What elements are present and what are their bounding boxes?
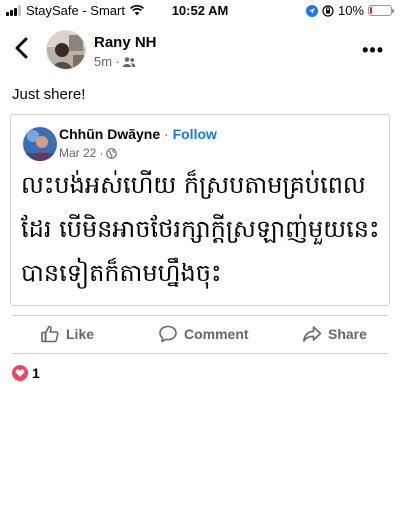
friends-icon <box>123 56 136 67</box>
shared-avatar-photo <box>23 127 57 161</box>
battery-icon <box>368 5 394 16</box>
shared-separator: · <box>164 126 169 142</box>
post-actions: Like Comment Share <box>0 320 400 348</box>
shared-author-avatar[interactable] <box>23 127 57 161</box>
post-time[interactable]: 5m <box>94 54 112 69</box>
shared-author-line: Chhũn Dwãyne · Follow <box>59 126 217 142</box>
post-author[interactable]: Rany NH <box>94 34 157 51</box>
post-header: Rany NH 5m · ••• <box>0 30 400 74</box>
actions-bottom-divider <box>12 353 388 354</box>
shared-text-line: បានទៀតក៏តាមហ្នឹងចុះ <box>21 259 222 287</box>
more-options-button[interactable]: ••• <box>362 40 384 61</box>
location-icon <box>305 4 318 17</box>
share-icon <box>303 326 322 342</box>
share-label: Share <box>328 326 367 342</box>
shared-post-text: លះបង់អស់ហើយ ក៏ស្របតាមគ្រប់ពេល ដែរ បើមិនអ… <box>21 163 387 295</box>
meta-separator: · <box>115 54 120 69</box>
shared-meta-separator: · <box>99 146 104 160</box>
follow-button[interactable]: Follow <box>173 126 217 142</box>
more-icon: ••• <box>362 40 384 60</box>
post-text: Just shere! <box>12 86 86 103</box>
battery-percent: 10% <box>337 3 364 18</box>
post-meta: 5m · <box>94 54 136 69</box>
avatar[interactable] <box>46 30 86 70</box>
shared-text-line: លះបង់អស់ហើយ ក៏ស្របតាមគ្រប់ពេល <box>21 171 366 199</box>
comment-icon <box>159 325 177 343</box>
like-label: Like <box>66 326 95 342</box>
thumbs-up-icon <box>41 325 59 343</box>
share-button[interactable]: Share <box>302 320 367 348</box>
orientation-lock-icon <box>322 4 334 17</box>
globe-icon <box>106 147 118 159</box>
chevron-left-icon <box>15 37 28 59</box>
actions-top-divider <box>12 315 388 316</box>
shared-text-line: ដែរ បើមិនអាចថែរក្សាក្ដីស្រឡាញ់មួយនេះ <box>21 215 380 243</box>
status-bar: StaySafe - Smart 10:52 AM 10% <box>0 0 400 22</box>
comment-button[interactable]: Comment <box>158 320 249 348</box>
reactions-summary[interactable]: 1 <box>12 365 40 381</box>
shared-post-date[interactable]: Mar 22 <box>59 146 96 160</box>
status-bar-right: 10% <box>305 3 394 18</box>
shared-post-meta: Mar 22 · <box>59 146 118 160</box>
shared-author-name[interactable]: Chhũn Dwãyne <box>59 126 160 142</box>
comment-label: Comment <box>184 326 249 342</box>
reaction-count: 1 <box>32 365 40 381</box>
shared-post-card[interactable]: Chhũn Dwãyne · Follow Mar 22 · លះបង់អស់ហ… <box>10 114 390 306</box>
heart-icon <box>12 365 28 381</box>
avatar-photo <box>47 31 85 69</box>
back-button[interactable] <box>12 36 36 60</box>
like-button[interactable]: Like <box>40 320 94 348</box>
